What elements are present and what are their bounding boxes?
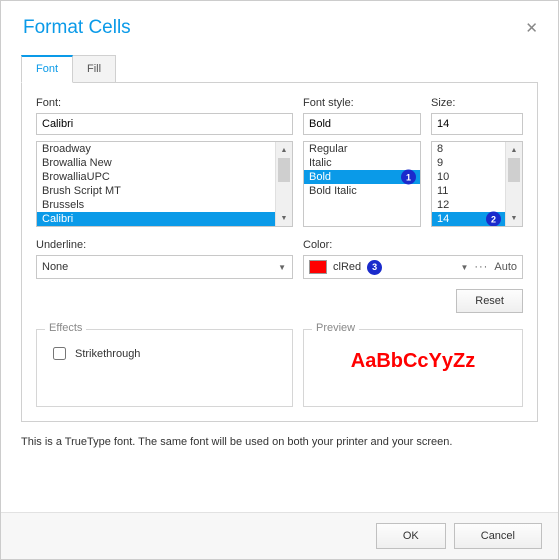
chevron-down-icon[interactable]: ▼ <box>460 263 468 272</box>
list-item[interactable]: Italic <box>304 156 420 170</box>
font-label: Font: <box>36 97 293 109</box>
size-listbox[interactable]: 8 9 10 11 12 14 2 ▲ ▼ <box>431 141 523 227</box>
close-icon[interactable]: ✕ <box>521 15 542 41</box>
scrollbar[interactable]: ▲ ▼ <box>275 142 292 226</box>
tab-panel: Font: Broadway Browallia New BrowalliaUP… <box>21 82 538 422</box>
list-item[interactable]: 12 <box>432 198 505 212</box>
style-label: Font style: <box>303 97 421 109</box>
underline-value: None <box>42 261 68 273</box>
font-input[interactable] <box>36 113 293 135</box>
list-item[interactable]: 10 <box>432 170 505 184</box>
underline-dropdown[interactable]: None ▼ <box>36 255 293 279</box>
format-cells-dialog: Format Cells ✕ Font Fill Font: Broadway … <box>0 0 559 560</box>
strikethrough-input[interactable] <box>53 347 66 360</box>
scroll-up-icon[interactable]: ▲ <box>276 142 292 158</box>
preview-group-title: Preview <box>312 322 359 334</box>
list-item-label: 14 <box>437 213 449 225</box>
list-item-label: Bold <box>309 171 331 183</box>
scroll-thumb[interactable] <box>508 158 520 182</box>
callout-badge-1: 1 <box>401 170 416 185</box>
auto-color-button[interactable]: Auto <box>494 261 517 273</box>
scroll-down-icon[interactable]: ▼ <box>506 210 522 226</box>
list-item[interactable]: Brussels <box>37 198 275 212</box>
list-item[interactable]: 11 <box>432 184 505 198</box>
effects-group-title: Effects <box>45 322 86 334</box>
chevron-down-icon: ▼ <box>278 263 286 272</box>
scroll-thumb[interactable] <box>278 158 290 182</box>
tab-fill[interactable]: Fill <box>72 55 116 83</box>
preview-sample: AaBbCcYyZz <box>316 350 510 373</box>
list-item[interactable]: Regular <box>304 142 420 156</box>
underline-label: Underline: <box>36 239 293 251</box>
list-item[interactable]: 14 2 <box>432 212 505 226</box>
list-item[interactable]: Calibri <box>37 212 275 226</box>
list-item[interactable]: Broadway <box>37 142 275 156</box>
list-item[interactable]: Browallia New <box>37 156 275 170</box>
more-colors-button[interactable]: ··· <box>474 261 488 273</box>
list-item[interactable]: BrowalliaUPC <box>37 170 275 184</box>
list-item[interactable]: Brush Script MT <box>37 184 275 198</box>
list-item[interactable]: Bold 1 <box>304 170 420 184</box>
dialog-footer: OK Cancel <box>1 512 558 559</box>
dialog-title: Format Cells <box>23 17 131 39</box>
list-item[interactable]: Bold Italic <box>304 184 420 198</box>
style-input[interactable] <box>303 113 421 135</box>
color-picker[interactable]: clRed 3 ▼ ··· Auto <box>303 255 523 279</box>
strikethrough-checkbox[interactable]: Strikethrough <box>49 344 280 363</box>
tab-strip: Font Fill <box>21 55 558 83</box>
color-name: clRed <box>333 261 361 273</box>
callout-badge-2: 2 <box>486 212 501 227</box>
scroll-down-icon[interactable]: ▼ <box>276 210 292 226</box>
reset-button[interactable]: Reset <box>456 289 523 313</box>
size-label: Size: <box>431 97 523 109</box>
list-item[interactable]: 9 <box>432 156 505 170</box>
color-label: Color: <box>303 239 523 251</box>
list-item[interactable]: 8 <box>432 142 505 156</box>
strikethrough-label: Strikethrough <box>75 348 140 360</box>
color-swatch <box>309 260 327 274</box>
scrollbar[interactable]: ▲ ▼ <box>505 142 522 226</box>
font-footnote: This is a TrueType font. The same font w… <box>21 436 538 448</box>
style-listbox[interactable]: Regular Italic Bold 1 Bold Italic <box>303 141 421 227</box>
callout-badge-3: 3 <box>367 260 382 275</box>
ok-button[interactable]: OK <box>376 523 446 549</box>
titlebar: Format Cells ✕ <box>1 1 558 49</box>
size-input[interactable] <box>431 113 523 135</box>
tab-font[interactable]: Font <box>21 55 73 83</box>
font-listbox[interactable]: Broadway Browallia New BrowalliaUPC Brus… <box>36 141 293 227</box>
cancel-button[interactable]: Cancel <box>454 523 542 549</box>
scroll-up-icon[interactable]: ▲ <box>506 142 522 158</box>
